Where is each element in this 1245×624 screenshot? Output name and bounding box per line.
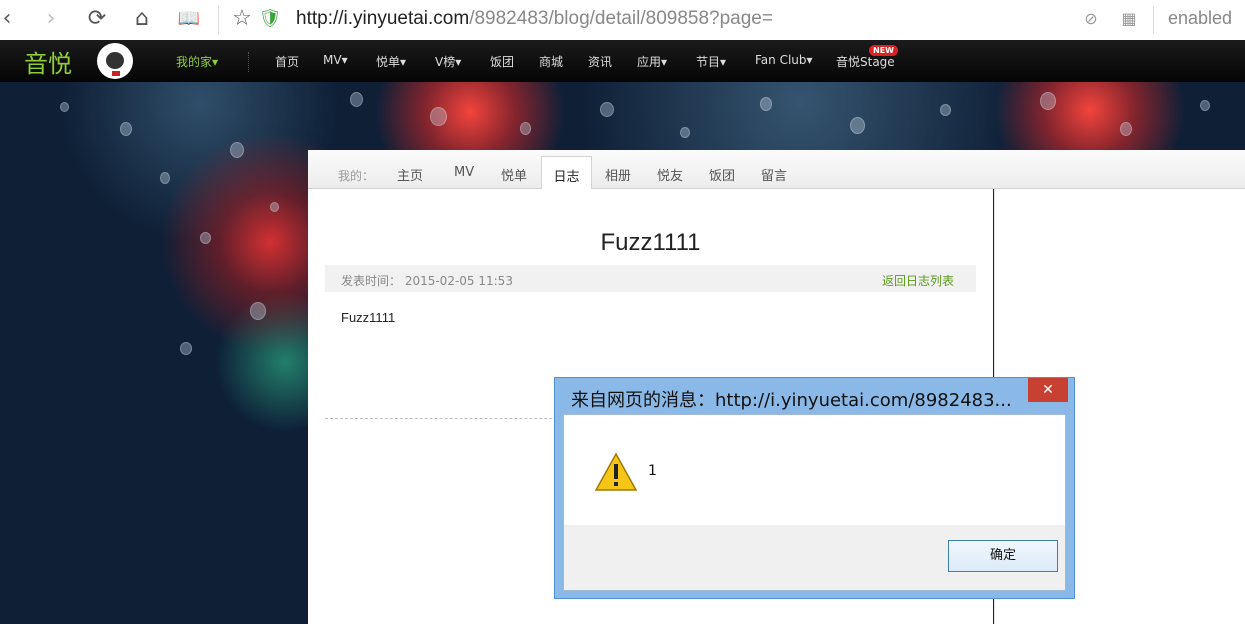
nav-store[interactable]: 商城 bbox=[539, 53, 563, 70]
browser-toolbar: ‹ › ⟳ ⌂ 📖 ☆ 🛡 http://i.yinyuetai.com/898… bbox=[0, 0, 1245, 41]
popup-blocked-icon[interactable]: ⊘ bbox=[1080, 6, 1102, 32]
reading-mode-icon[interactable]: 📖 bbox=[176, 6, 202, 32]
post-meta-bar: 发表时间： 2015-02-05 11:53 返回日志列表 bbox=[325, 265, 976, 292]
post-body: Fuzz1111 bbox=[341, 310, 396, 325]
tab-blog-label: 日志 bbox=[553, 170, 580, 185]
sheep-logo-icon[interactable] bbox=[97, 43, 133, 79]
dialog-message: 1 bbox=[648, 463, 657, 479]
dialog-title: 来自网页的消息：http://i.yinyuetai.com/8982483..… bbox=[571, 390, 1012, 411]
url-host: http://i.yinyuetai.com bbox=[296, 8, 470, 29]
nav-mv[interactable]: MV▾ bbox=[323, 53, 348, 67]
bookmark-star-icon[interactable]: ☆ bbox=[230, 6, 254, 32]
qr-code-icon[interactable]: ▦ bbox=[1118, 6, 1140, 32]
tab-fan-groups[interactable]: 饭团 bbox=[709, 165, 735, 184]
site-logo[interactable]: 音悦 bbox=[24, 44, 72, 79]
back-to-blog-list-link[interactable]: 返回日志列表 bbox=[882, 272, 954, 289]
tab-messages[interactable]: 留言 bbox=[761, 165, 787, 184]
nav-shows[interactable]: 节目▾ bbox=[696, 53, 726, 70]
nav-playlist[interactable]: 悦单▾ bbox=[376, 53, 406, 70]
nav-fan-group[interactable]: 饭团 bbox=[490, 53, 514, 70]
url-path: /8982483/blog/detail/809858?page= bbox=[469, 8, 773, 29]
site-nav: 音悦 我的家▾ 首页 MV▾ 悦单▾ V榜▾ 饭团 商城 资讯 应用▾ 节目▾ … bbox=[0, 40, 1245, 82]
tab-mv[interactable]: MV bbox=[454, 165, 474, 180]
post-title: Fuzz1111 bbox=[600, 229, 701, 256]
reload-icon[interactable]: ⟳ bbox=[84, 6, 110, 32]
security-shield-icon[interactable]: 🛡 bbox=[258, 6, 282, 32]
tab-blog[interactable]: 日志 bbox=[541, 156, 592, 190]
ok-button[interactable]: 确定 bbox=[948, 540, 1058, 572]
address-bar[interactable]: http://i.yinyuetai.com/8982483/blog/deta… bbox=[296, 8, 773, 30]
nav-vchart[interactable]: V榜▾ bbox=[435, 53, 461, 70]
warning-icon bbox=[595, 452, 637, 491]
post-time: 发表时间： 2015-02-05 11:53 bbox=[341, 274, 513, 288]
nav-apps[interactable]: 应用▾ bbox=[637, 53, 667, 70]
nav-my-home[interactable]: 我的家▾ bbox=[176, 53, 218, 70]
profile-tab-bar: 我的： 主页 MV 悦单 相册 悦友 饭团 留言 bbox=[308, 150, 1245, 189]
toolbar-separator bbox=[1153, 6, 1154, 34]
dialog-footer: 确定 bbox=[564, 525, 1065, 590]
dialog-close-button[interactable]: ✕ bbox=[1028, 378, 1068, 402]
tab-albums[interactable]: 相册 bbox=[605, 165, 631, 184]
tabs-label: 我的： bbox=[338, 169, 375, 183]
tab-friends[interactable]: 悦友 bbox=[657, 165, 683, 184]
home-icon[interactable]: ⌂ bbox=[128, 6, 156, 32]
tab-home[interactable]: 主页 bbox=[397, 165, 423, 184]
back-icon[interactable]: ‹ bbox=[0, 6, 14, 32]
extension-status[interactable]: enabled bbox=[1168, 8, 1232, 29]
nav-divider bbox=[248, 52, 249, 72]
nav-fan-club[interactable]: Fan Club▾ bbox=[755, 53, 813, 67]
tab-playlists[interactable]: 悦单 bbox=[501, 165, 527, 184]
new-badge: NEW bbox=[869, 45, 898, 56]
nav-news[interactable]: 资讯 bbox=[588, 53, 612, 70]
forward-icon[interactable]: › bbox=[40, 6, 62, 32]
nav-home[interactable]: 首页 bbox=[275, 53, 299, 70]
alert-dialog: 来自网页的消息：http://i.yinyuetai.com/8982483..… bbox=[554, 377, 1075, 599]
toolbar-separator bbox=[218, 6, 219, 34]
dialog-body: 1 确定 bbox=[563, 414, 1066, 591]
